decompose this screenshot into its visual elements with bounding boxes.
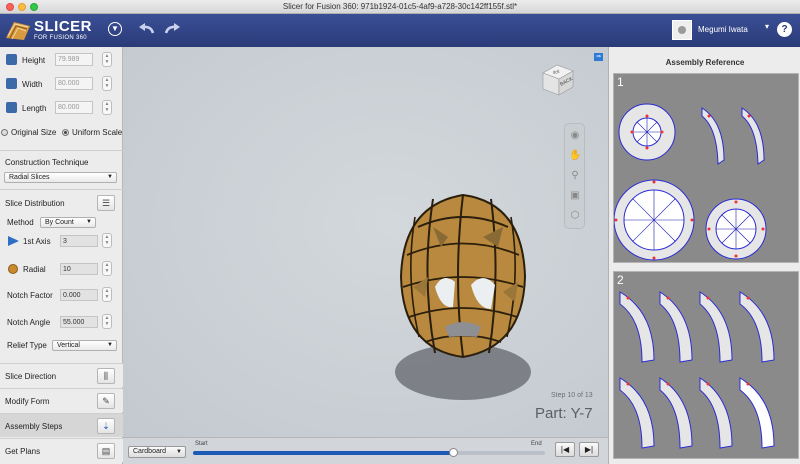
notch-angle-stepper[interactable]: ▲ ▼ xyxy=(102,314,112,329)
width-input[interactable] xyxy=(55,77,93,90)
assembly-steps-button[interactable]: Assembly Steps ⇣ xyxy=(0,413,123,437)
width-row: Width ▲▼ xyxy=(0,73,123,97)
first-axis-label: 1st Axis xyxy=(23,237,51,246)
next-step-button[interactable]: ▶| xyxy=(579,442,599,457)
height-input[interactable] xyxy=(55,53,93,66)
group-2-parts xyxy=(619,291,775,449)
expand-panel-icon[interactable]: ⇒ xyxy=(594,53,603,61)
uniform-scale-radio[interactable] xyxy=(62,129,69,136)
slicer-logo-icon xyxy=(6,22,30,40)
height-cube-icon xyxy=(6,54,17,65)
user-caret-icon[interactable]: ▾ xyxy=(765,22,769,31)
relief-type-label: Relief Type xyxy=(7,341,47,350)
slice-direction-button[interactable]: Slice Direction ⫼ xyxy=(0,363,123,387)
notch-angle-input[interactable] xyxy=(60,316,98,328)
radial-stepper[interactable]: ▲ ▼ xyxy=(102,261,112,276)
timeline-end-label: End xyxy=(531,441,542,447)
radial-label: Radial xyxy=(23,265,46,274)
user-menu[interactable]: Megumi Iwata ▾ ? xyxy=(660,14,800,47)
axis-arrow-icon xyxy=(8,236,19,246)
original-size-label: Original Size xyxy=(11,128,57,137)
distribution-header: ☰ xyxy=(0,194,123,214)
avatar xyxy=(672,20,692,40)
first-axis-stepper[interactable]: ▲ ▼ xyxy=(102,233,112,248)
timeline-start-label: Start xyxy=(195,441,208,447)
user-name: Megumi Iwata xyxy=(698,25,748,34)
divider xyxy=(0,150,123,151)
length-label: Length xyxy=(22,104,47,113)
length-input[interactable] xyxy=(55,101,93,114)
chevron-circle-down-icon[interactable]: ▼ xyxy=(108,22,122,36)
scale-options: Original Size Uniform Scale xyxy=(0,127,123,139)
modify-form-icon: ✎ xyxy=(97,393,115,409)
get-plans-button[interactable]: Get Plans ▤ xyxy=(0,438,123,462)
step-slider-thumb[interactable] xyxy=(449,448,459,457)
notch-factor-input[interactable] xyxy=(60,289,98,301)
assembly-timeline: Cardboard ▼ Start End |◀ ▶| xyxy=(123,437,608,464)
logo-subtitle: FOR FUSION 360 xyxy=(34,35,87,41)
radial-input[interactable] xyxy=(60,263,98,275)
app-toolbar: SLICER FOR FUSION 360 ▼ Megumi Iwata ▾ ? xyxy=(0,14,800,47)
construction-title: Construction Technique xyxy=(5,158,89,167)
undo-arrow-icon[interactable] xyxy=(137,21,157,37)
get-plans-icon: ▤ xyxy=(97,443,115,459)
3d-viewport[interactable]: ⇒ dcll BACK ◉ ✋ ⚲ ▣ ⬡ Step 10 of 13 Part… xyxy=(123,47,608,437)
length-row: Length ▲▼ xyxy=(0,97,123,121)
close-window-button[interactable] xyxy=(6,3,14,11)
assembly-group-1[interactable]: 1 xyxy=(613,73,799,263)
length-stepper[interactable]: ▲ ▼ xyxy=(102,100,112,115)
height-stepper[interactable]: ▲ ▼ xyxy=(102,52,112,67)
model-body xyxy=(399,193,527,359)
first-axis-input[interactable] xyxy=(60,235,98,247)
radial-icon xyxy=(8,264,18,274)
window-title: Slicer for Fusion 360: 971b1924-01c5-4af… xyxy=(282,2,518,11)
distribution-options-icon[interactable]: ☰ xyxy=(97,195,115,211)
assembly-steps-icon: ⇣ xyxy=(97,418,115,434)
redo-arrow-icon[interactable] xyxy=(162,21,182,37)
app-logo: SLICER FOR FUSION 360 xyxy=(4,16,100,46)
height-label: Height xyxy=(22,56,46,65)
method-label: Method xyxy=(7,218,34,227)
width-stepper[interactable]: ▲ ▼ xyxy=(102,76,112,91)
zoom-window-button[interactable] xyxy=(30,3,38,11)
original-size-radio[interactable] xyxy=(1,129,8,136)
assembly-reference-title: Assembly Reference xyxy=(665,58,745,67)
logo-title: SLICER xyxy=(34,18,93,35)
step-indicator: Step 10 of 13 xyxy=(551,392,593,399)
previous-step-button[interactable]: |◀ xyxy=(555,442,575,457)
width-cube-icon xyxy=(6,78,17,89)
parameters-panel: Height ▲▼ Width ▲▼ Length ▲▼ Original Si… xyxy=(0,47,123,464)
minimize-window-button[interactable] xyxy=(18,3,26,11)
sliced-model xyxy=(395,193,531,400)
step-slider[interactable] xyxy=(193,448,545,457)
assembly-group-2[interactable]: 2 xyxy=(613,271,799,459)
group-1-parts xyxy=(614,103,767,261)
group-1-number: 1 xyxy=(617,75,624,89)
method-select[interactable]: By Count ▼ xyxy=(40,217,96,228)
width-label: Width xyxy=(22,80,43,89)
notch-factor-stepper[interactable]: ▲ ▼ xyxy=(102,287,112,302)
slice-direction-icon: ⫼ xyxy=(97,368,115,384)
relief-type-select[interactable]: Vertical ▼ xyxy=(52,340,117,351)
length-cube-icon xyxy=(6,102,17,113)
part-indicator: Part: Y-7 xyxy=(535,405,593,422)
modify-form-button[interactable]: Modify Form ✎ xyxy=(0,388,123,412)
material-select[interactable]: Cardboard ▼ xyxy=(128,446,186,458)
window-titlebar: Slicer for Fusion 360: 971b1924-01c5-4af… xyxy=(0,0,800,14)
divider xyxy=(0,189,123,190)
assembly-reference-panel: Assembly Reference 1 2 xyxy=(608,47,800,464)
view-cube[interactable]: dcll BACK xyxy=(539,59,579,99)
notch-angle-label: Notch Angle xyxy=(7,318,51,327)
height-row: Height ▲▼ xyxy=(0,49,123,73)
help-icon[interactable]: ? xyxy=(777,22,792,37)
pan-hand-icon[interactable]: ✋ xyxy=(569,150,581,162)
group-2-number: 2 xyxy=(617,273,624,287)
orbit-icon[interactable]: ◉ xyxy=(569,130,581,142)
notch-factor-label: Notch Factor xyxy=(7,291,53,300)
construction-technique-select[interactable]: Radial Slices ▼ xyxy=(4,172,117,183)
uniform-scale-label: Uniform Scale xyxy=(72,128,123,137)
step-slider-fill xyxy=(193,451,454,455)
